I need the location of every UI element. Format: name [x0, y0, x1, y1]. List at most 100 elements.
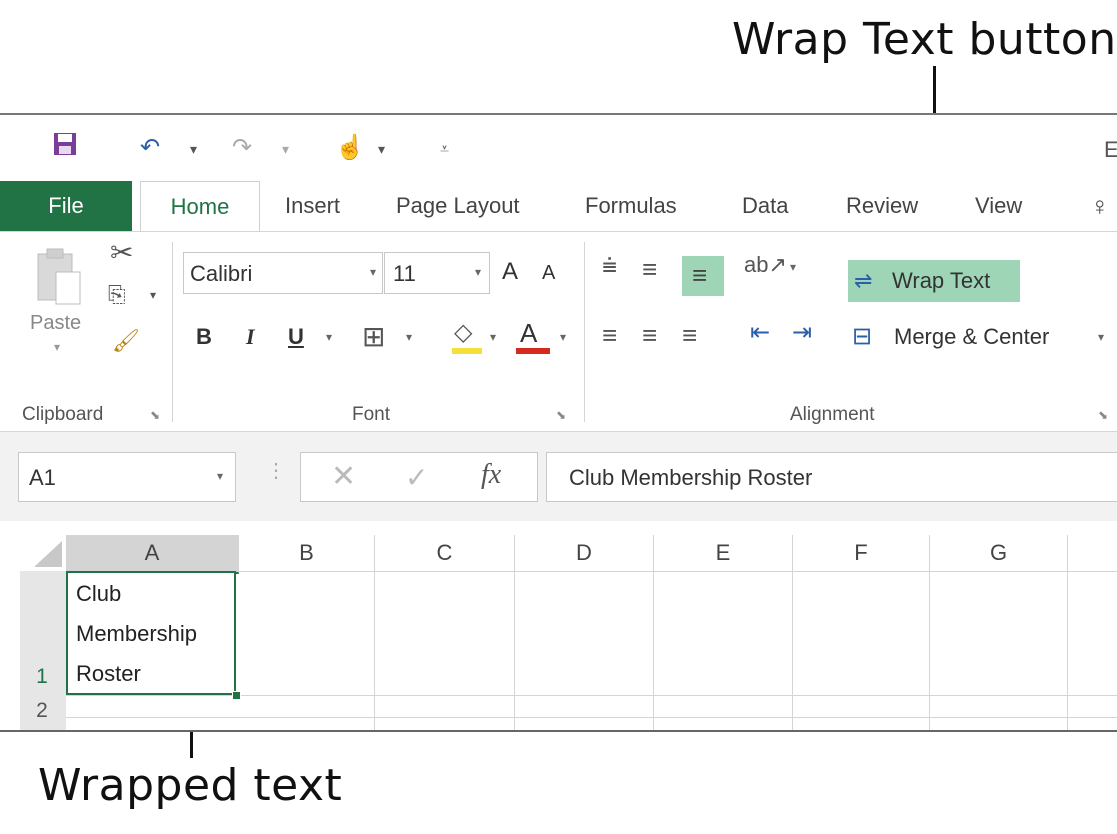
increase-font-size-button[interactable]: A — [502, 258, 518, 286]
touch-mode-icon[interactable]: ☝ — [335, 133, 365, 162]
dialog-launcher-icon[interactable]: ⬊ — [150, 408, 160, 422]
cell-a1-line-1: Club — [76, 581, 122, 606]
font-color-button[interactable]: A — [514, 316, 554, 356]
gridline — [792, 571, 793, 730]
font-color-letter: A — [520, 318, 538, 348]
italic-button[interactable]: I — [246, 324, 255, 350]
fill-handle[interactable] — [232, 691, 241, 700]
top-align-icon[interactable]: ⩧ — [602, 250, 617, 282]
fill-color-button[interactable]: ◇ — [450, 318, 486, 356]
paste-button[interactable]: Paste ▾ — [28, 242, 98, 362]
formula-buttons: ✕ ✓ fx — [300, 452, 538, 502]
enter-icon[interactable]: ✓ — [405, 461, 428, 494]
increase-indent-icon[interactable]: ⇥ — [792, 318, 812, 347]
gridline — [66, 717, 1117, 718]
formula-bar: A1 ▾ ⋮ ✕ ✓ fx Club Membership Roster — [0, 431, 1117, 522]
dropdown-arrow-icon[interactable]: ▾ — [190, 141, 197, 158]
borders-icon[interactable]: ⊞ — [362, 320, 385, 353]
copy-icon[interactable]: ⎘ — [108, 282, 126, 308]
group-label-alignment: Alignment — [790, 404, 875, 425]
bottom-align-button[interactable]: ≡ — [682, 256, 724, 296]
corner-triangle-icon — [34, 541, 62, 567]
tab-formulas[interactable]: Formulas — [585, 181, 677, 231]
redo-icon[interactable]: ↷ — [232, 133, 252, 162]
group-divider — [172, 242, 173, 422]
column-header-f[interactable]: F — [793, 535, 930, 571]
customize-qat-icon[interactable]: ⩡ — [440, 141, 449, 159]
merge-center-button[interactable]: ⊟ Merge & Center ▾ — [852, 320, 1117, 360]
chevron-down-icon[interactable]: ▾ — [326, 330, 332, 344]
font-name-dropdown[interactable]: Calibri ▾ — [183, 252, 383, 294]
chevron-down-icon[interactable]: ▾ — [560, 330, 566, 344]
tab-data[interactable]: Data — [742, 181, 788, 231]
group-label-font: Font — [352, 404, 391, 425]
dialog-launcher-icon[interactable]: ⬊ — [556, 408, 566, 422]
wrap-text-button[interactable]: ⇌ Wrap Text — [848, 260, 1020, 302]
cell-a1[interactable]: Club Membership Roster — [66, 571, 236, 695]
chevron-down-icon[interactable]: ▾ — [490, 330, 496, 344]
tab-page-layout[interactable]: Page Layout — [396, 181, 520, 231]
column-header-b[interactable]: B — [239, 535, 375, 571]
undo-icon[interactable]: ↶ — [140, 133, 160, 162]
tab-view[interactable]: View — [975, 181, 1022, 231]
tab-home[interactable]: Home — [140, 181, 260, 233]
callout-wrapped-text: Wrapped text — [38, 760, 343, 811]
row-header-2[interactable]: 2 — [20, 699, 64, 723]
align-right-icon[interactable]: ≡ — [682, 320, 697, 351]
column-header-g[interactable]: G — [930, 535, 1068, 571]
chevron-down-icon: ▾ — [54, 340, 61, 354]
lightbulb-icon[interactable]: ♀ — [1090, 181, 1110, 231]
gridline — [653, 571, 654, 730]
cell-a1-line-2: Membership — [76, 621, 198, 646]
tab-review[interactable]: Review — [846, 181, 918, 231]
font-color-swatch — [516, 348, 550, 354]
column-header-a[interactable]: A — [66, 535, 239, 574]
decrease-font-size-button[interactable]: A — [542, 262, 555, 285]
gridline — [929, 571, 930, 730]
wrap-text-label: Wrap Text — [892, 268, 991, 293]
middle-align-icon[interactable]: ≡ — [642, 254, 657, 285]
chevron-down-icon[interactable]: ▾ — [406, 330, 412, 344]
cancel-icon[interactable]: ✕ — [331, 459, 356, 494]
dropdown-arrow-icon[interactable]: ▾ — [378, 141, 385, 158]
dropdown-arrow-icon[interactable]: ▾ — [282, 141, 289, 158]
bold-button[interactable]: B — [196, 324, 212, 350]
orientation-icon[interactable]: ab↗ — [744, 252, 787, 278]
paste-icon — [37, 248, 81, 305]
underline-button[interactable]: U — [288, 324, 304, 350]
formula-bar-grip-icon: ⋮ — [266, 460, 286, 482]
format-painter-icon[interactable]: 🖌 — [112, 328, 140, 354]
excel-window: ↶ ▾ ↷ ▾ ☝ ▾ ⩡ E File Home Insert Page La… — [0, 113, 1117, 732]
chevron-down-icon[interactable]: ▾ — [790, 260, 796, 274]
row-header-1[interactable]: 1 — [20, 665, 64, 689]
merge-center-icon: ⊟ — [852, 323, 873, 350]
select-all-corner[interactable] — [20, 535, 66, 571]
column-header-h[interactable] — [1068, 535, 1117, 571]
group-divider — [584, 242, 585, 422]
save-icon[interactable] — [52, 131, 78, 164]
align-left-icon[interactable]: ≡ — [602, 320, 617, 351]
gridline — [374, 571, 375, 730]
formula-input[interactable]: Club Membership Roster — [546, 452, 1117, 502]
worksheet-grid: A B C D E F G 1 2 Club Membership Roster — [0, 521, 1117, 730]
merge-center-label: Merge & Center — [894, 324, 1050, 349]
cut-icon[interactable]: ✂ — [110, 236, 133, 269]
column-header-c[interactable]: C — [375, 535, 515, 571]
tab-insert[interactable]: Insert — [285, 181, 340, 231]
bottom-align-icon: ≡ — [692, 260, 708, 290]
tab-file[interactable]: File — [0, 181, 132, 231]
column-header-d[interactable]: D — [515, 535, 654, 571]
paint-bucket-icon: ◇ — [454, 319, 473, 346]
align-center-icon[interactable]: ≡ — [642, 320, 657, 351]
window-title-fragment: E — [1104, 137, 1117, 163]
chevron-down-icon[interactable]: ▾ — [150, 288, 156, 302]
insert-function-button[interactable]: fx — [481, 459, 501, 491]
font-size-dropdown[interactable]: 11 ▾ — [384, 252, 490, 294]
dialog-launcher-icon[interactable]: ⬊ — [1098, 408, 1108, 422]
name-box[interactable]: A1 ▾ — [18, 452, 236, 502]
decrease-indent-icon[interactable]: ⇤ — [750, 318, 770, 347]
font-name-value: Calibri — [190, 261, 253, 286]
gridline — [514, 571, 515, 730]
chevron-down-icon: ▾ — [216, 469, 223, 483]
column-header-e[interactable]: E — [654, 535, 793, 571]
